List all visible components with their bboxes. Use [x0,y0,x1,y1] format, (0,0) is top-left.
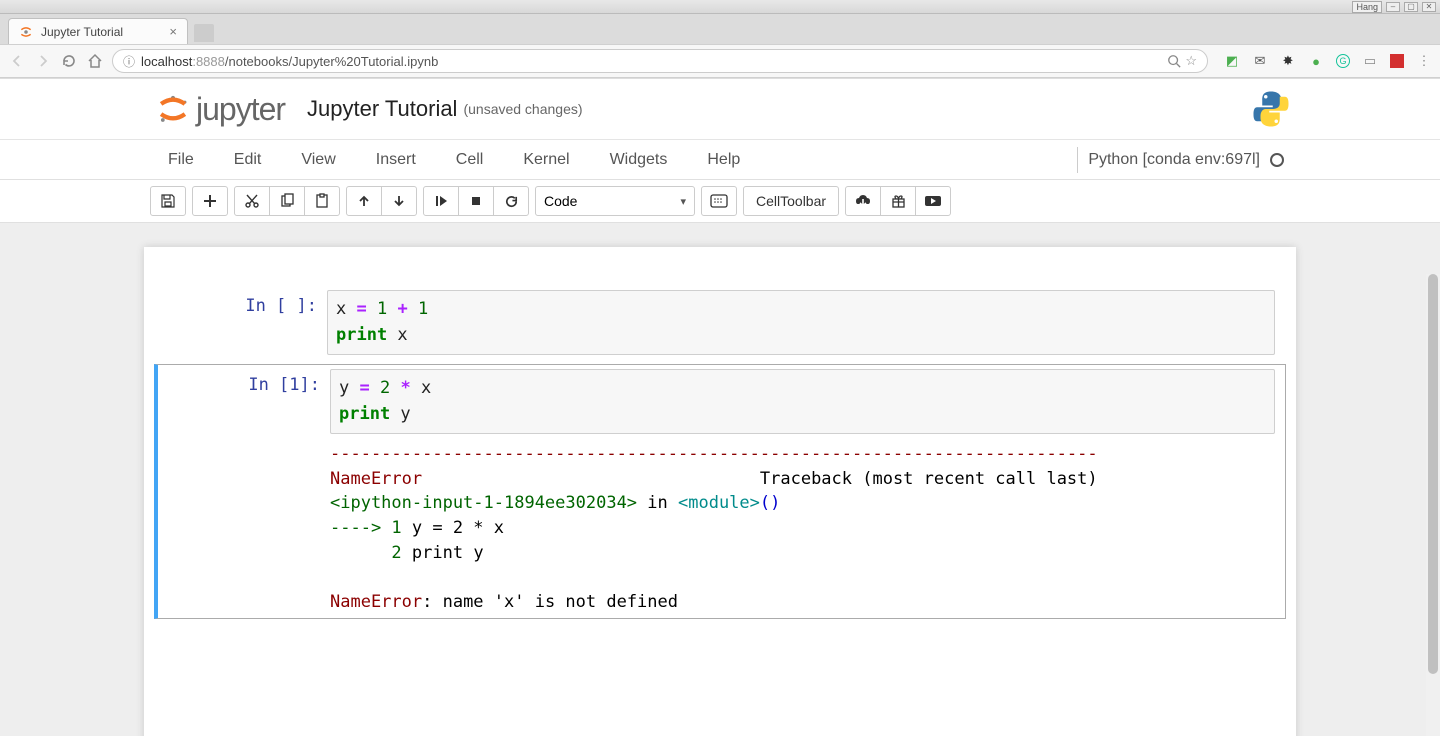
run-button[interactable] [423,186,459,216]
cell-toolbar-label: CellToolbar [756,193,826,209]
star-icon[interactable]: ☆ [1185,53,1197,69]
cell-toolbar-button[interactable]: CellToolbar [743,186,839,216]
menu-file[interactable]: File [156,151,214,169]
os-close-button[interactable]: ✕ [1422,2,1436,12]
kernel-indicator: Python [conda env:697l] [1077,147,1284,173]
page-content: jupyter Jupyter Tutorial (unsaved change… [0,79,1440,736]
os-username: Hang [1352,1,1382,13]
extension-icons: ◩ ✉ ✸ ● G ▭ ⋮ [1224,53,1432,69]
notebook-name[interactable]: Jupyter Tutorial [307,96,457,122]
kernel-name: Python [conda env:697l] [1088,151,1260,169]
ext-mail-icon[interactable]: ✉ [1252,53,1268,69]
add-cell-button[interactable] [192,186,228,216]
notebook-paper: In [ ]: x = 1 + 1print x In [1]: y = 2 *… [144,247,1296,736]
cell-body: y = 2 * xprint y -----------------------… [330,369,1285,614]
ext-dot-icon[interactable]: ● [1308,53,1324,69]
move-down-button[interactable] [381,186,417,216]
tab-strip: Jupyter Tutorial × [0,14,1440,44]
command-palette-button[interactable] [701,186,737,216]
scrollbar-thumb[interactable] [1428,274,1438,674]
os-min-button[interactable]: – [1386,2,1400,12]
download-button[interactable] [845,186,881,216]
browser-chrome: Jupyter Tutorial × ⓘ localhost :8888 /no… [0,14,1440,79]
paste-button[interactable] [304,186,340,216]
browser-tab[interactable]: Jupyter Tutorial × [8,18,188,44]
restart-button[interactable] [493,186,529,216]
new-tab-button[interactable] [194,24,214,42]
jupyter-favicon [19,25,33,39]
kernel-status-icon [1270,153,1284,167]
jupyter-logo[interactable]: jupyter [156,91,285,128]
menu-icon[interactable]: ⋮ [1416,53,1432,69]
cell-type-value: Code [544,193,577,209]
code-input[interactable]: x = 1 + 1print x [327,290,1275,355]
notebook-toolbar: Code CellToolbar [0,180,1440,223]
os-titlebar: Hang – ▢ ✕ [0,0,1440,14]
jupyter-icon [156,92,190,126]
ext-grammarly-icon[interactable]: G [1336,54,1350,68]
home-button[interactable] [86,52,104,70]
cell-prompt: In [ ]: [155,290,327,355]
reload-button[interactable] [60,52,78,70]
video-button[interactable] [915,186,951,216]
code-cell-selected[interactable]: In [1]: y = 2 * xprint y ---------------… [154,364,1286,619]
zoom-icon[interactable] [1167,54,1181,68]
tab-close-icon[interactable]: × [169,24,177,39]
ext-box-icon[interactable]: ▭ [1362,53,1378,69]
menu-cell[interactable]: Cell [436,151,504,169]
notebook-container: In [ ]: x = 1 + 1print x In [1]: y = 2 *… [0,223,1440,736]
menu-widgets[interactable]: Widgets [590,151,688,169]
jupyter-header: jupyter Jupyter Tutorial (unsaved change… [0,79,1440,139]
code-cell[interactable]: In [ ]: x = 1 + 1print x [154,287,1286,358]
python-icon [1250,88,1292,130]
menu-insert[interactable]: Insert [356,151,436,169]
addr-right-icons: ☆ [1167,53,1197,69]
cell-output-error: ----------------------------------------… [330,434,1275,614]
ext-evernote-icon[interactable]: ✸ [1280,53,1296,69]
url-host: localhost [141,54,192,69]
url-port: :8888 [192,54,225,69]
move-up-button[interactable] [346,186,382,216]
save-status: (unsaved changes) [463,101,582,117]
toolbar-row: ⓘ localhost :8888 /notebooks/Jupyter%20T… [0,44,1440,78]
code-input[interactable]: y = 2 * xprint y [330,369,1275,434]
stop-button[interactable] [458,186,494,216]
menu-view[interactable]: View [281,151,355,169]
menubar: File Edit View Insert Cell Kernel Widget… [0,140,1440,180]
address-bar[interactable]: ⓘ localhost :8888 /notebooks/Jupyter%20T… [112,49,1208,73]
copy-button[interactable] [269,186,305,216]
gift-button[interactable] [880,186,916,216]
forward-button[interactable] [34,52,52,70]
menu-kernel[interactable]: Kernel [503,151,589,169]
menu-edit[interactable]: Edit [214,151,282,169]
info-icon: ⓘ [123,53,135,70]
tab-title: Jupyter Tutorial [41,25,123,39]
cell-type-select[interactable]: Code [535,186,695,216]
ext-clip-icon[interactable]: ◩ [1224,53,1240,69]
cell-body: x = 1 + 1print x [327,290,1285,355]
url-path: /notebooks/Jupyter%20Tutorial.ipynb [225,54,438,69]
save-button[interactable] [150,186,186,216]
cell-prompt: In [1]: [158,369,330,614]
jupyter-logo-text: jupyter [196,91,285,128]
cut-button[interactable] [234,186,270,216]
vertical-scrollbar[interactable] [1426,274,1440,736]
menu-help[interactable]: Help [687,151,760,169]
ext-red-icon[interactable] [1390,54,1404,68]
back-button[interactable] [8,52,26,70]
kernel-logo [1250,88,1292,130]
os-max-button[interactable]: ▢ [1404,2,1418,12]
